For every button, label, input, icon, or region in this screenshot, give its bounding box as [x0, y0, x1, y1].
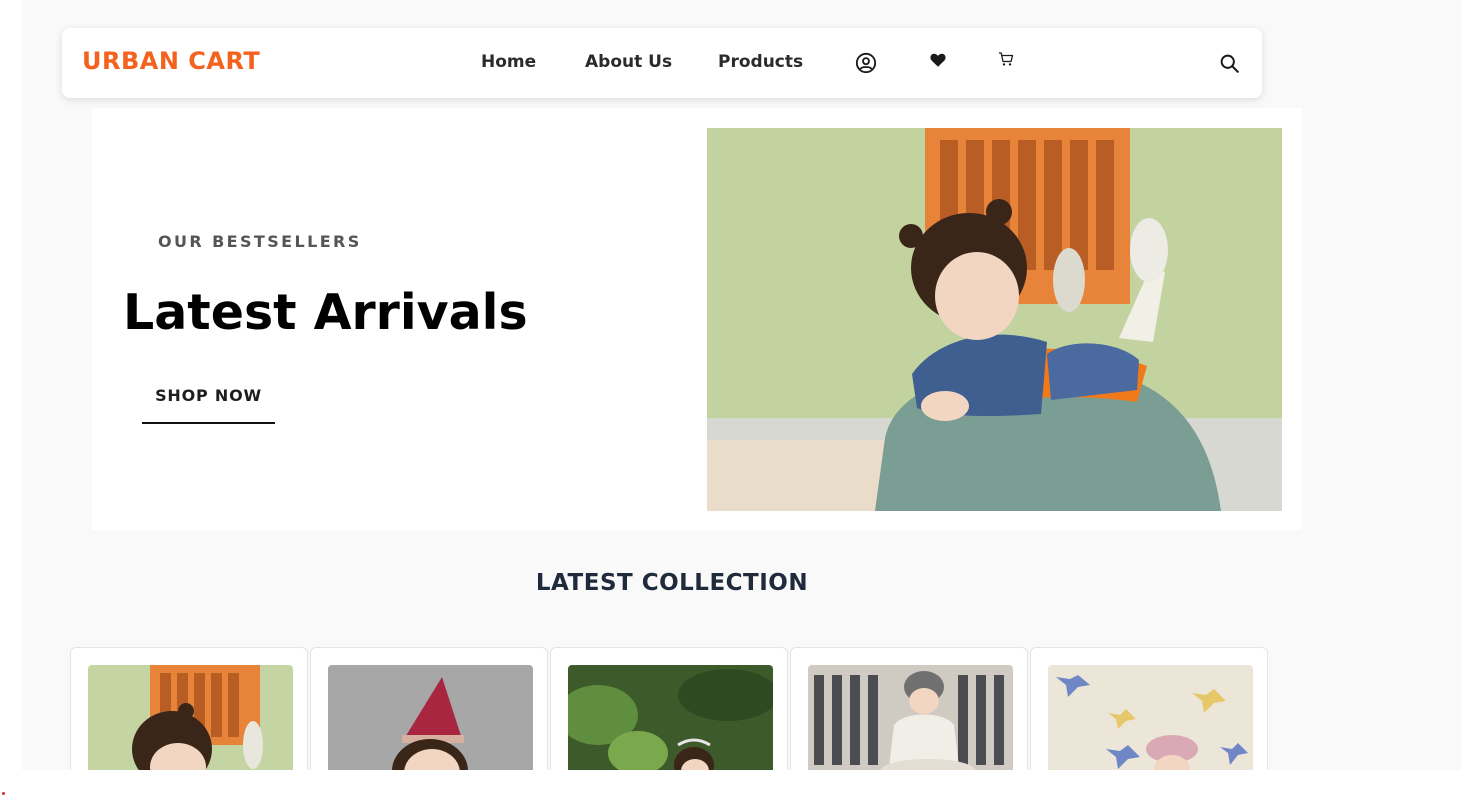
nav-link-about-us[interactable]: About Us	[585, 52, 672, 72]
stray-dot	[2, 792, 5, 795]
hero-image	[707, 128, 1282, 511]
search-icon[interactable]	[1219, 53, 1240, 74]
product-card[interactable]	[310, 647, 548, 770]
product-card[interactable]	[790, 647, 1028, 770]
product-image-girl-with-pinwheels	[1048, 665, 1253, 770]
product-card[interactable]	[1030, 647, 1268, 770]
product-card[interactable]	[70, 647, 308, 770]
nav-link-home[interactable]: Home	[481, 52, 536, 72]
latest-collection-title: LATEST COLLECTION	[535, 570, 809, 596]
hero-banner: OUR BESTSELLERS Latest Arrivals SHOP NOW	[92, 108, 1302, 530]
product-image-child-red-party-hat	[328, 665, 533, 770]
product-card[interactable]	[550, 647, 788, 770]
user-circle-icon[interactable]	[855, 52, 877, 74]
hero-kicker: OUR BESTSELLERS	[158, 232, 362, 251]
hero-title: Latest Arrivals	[123, 284, 528, 341]
page: URBAN CART Home About Us Products OUR BE…	[22, 0, 1461, 770]
nav-link-products[interactable]: Products	[718, 52, 803, 72]
product-image-girl-on-green-seat	[88, 665, 293, 770]
navbar: URBAN CART Home About Us Products	[62, 28, 1262, 98]
product-image-boy-sitting-city	[808, 665, 1013, 770]
logo[interactable]: URBAN CART	[82, 47, 260, 75]
cart-icon[interactable]	[998, 51, 1014, 67]
heart-icon[interactable]	[929, 51, 947, 69]
shop-now-button[interactable]: SHOP NOW	[142, 386, 275, 424]
product-image-girl-in-plants	[568, 665, 773, 770]
